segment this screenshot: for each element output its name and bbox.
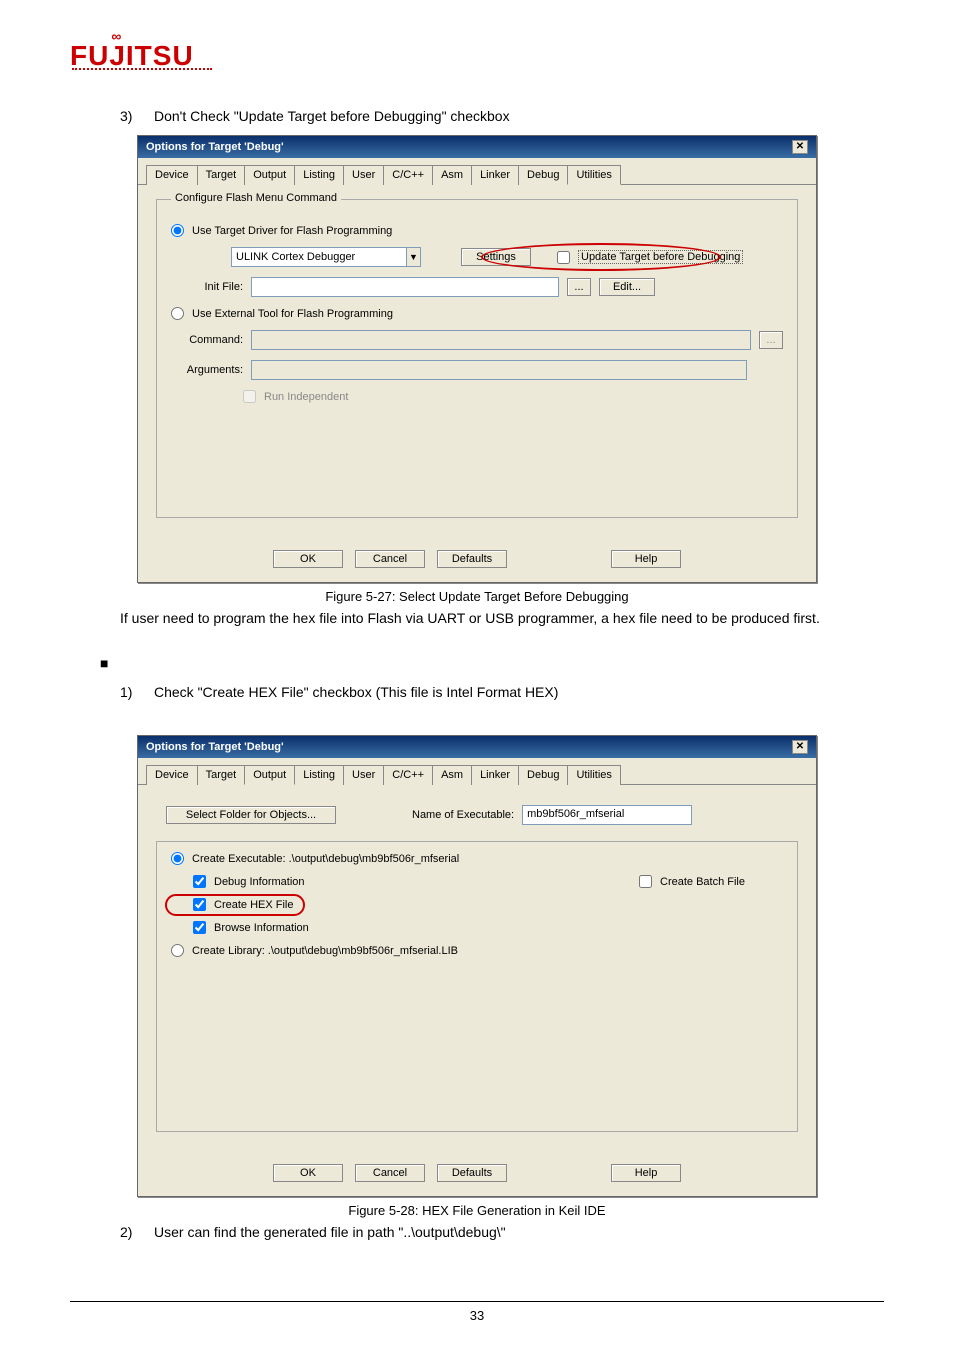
radio-create-lib-label: Create Library: .\output\debug\mb9bf506r… [192,945,458,957]
page-number: 33 [0,1308,954,1323]
radio-target-driver[interactable] [171,224,184,237]
command-browse-button: ... [759,331,783,349]
help-button[interactable]: Help [611,550,681,568]
arguments-input [251,360,747,380]
driver-combo[interactable]: ULINK Cortex Debugger ▼ [231,247,421,267]
item2b-text: User can find the generated file in path… [154,1222,506,1243]
figure-caption-1: Figure 5-27: Select Update Target Before… [70,589,884,604]
settings-button[interactable]: Settings [461,248,531,266]
options-dialog-2: Options for Target 'Debug' ✕ Device Targ… [137,735,817,1197]
update-target-label: Update Target before Debugging [578,250,743,264]
command-input [251,330,751,350]
item2b-num: 2) [120,1222,142,1243]
init-file-label: Init File: [179,281,243,293]
debug-info-checkbox[interactable] [193,875,206,888]
figure-caption-2: Figure 5-28: HEX File Generation in Keil… [70,1203,884,1218]
item1b-text: Check "Create HEX File" checkbox (This f… [154,682,558,703]
create-batch-checkbox[interactable] [639,875,652,888]
edit-button[interactable]: Edit... [599,278,655,296]
tab-target[interactable]: Target [197,165,246,185]
tab-user[interactable]: User [343,165,384,185]
tab-target-2[interactable]: Target [197,765,246,785]
close-icon-2[interactable]: ✕ [792,740,808,754]
debug-info-label: Debug Information [214,876,305,888]
radio-create-exe-label: Create Executable: .\output\debug\mb9bf5… [192,853,459,865]
tab-linker-2[interactable]: Linker [471,765,519,785]
create-batch-label: Create Batch File [660,876,745,888]
options-dialog-1: Options for Target 'Debug' ✕ Device Targ… [137,135,817,583]
dialog-titlebar-2: Options for Target 'Debug' ✕ [138,736,816,758]
ok-button[interactable]: OK [273,550,343,568]
command-label: Command: [179,334,243,346]
name-exec-label: Name of Executable: [412,809,514,821]
defaults-button[interactable]: Defaults [437,550,507,568]
tab-device-2[interactable]: Device [146,765,198,785]
tab-listing[interactable]: Listing [294,165,344,185]
chevron-down-icon: ▼ [406,248,420,266]
browse-button[interactable]: ... [567,278,591,296]
radio-target-driver-label: Use Target Driver for Flash Programming [192,225,392,237]
tab-output[interactable]: Output [244,165,295,185]
item1b-num: 1) [120,682,142,703]
ok-button-2[interactable]: OK [273,1164,343,1182]
driver-combo-value: ULINK Cortex Debugger [236,251,355,263]
tab-device[interactable]: Device [146,165,198,185]
tabstrip-2: Device Target Output Listing User C/C++ … [138,758,816,785]
groupbox-title: Configure Flash Menu Command [171,192,341,204]
tab-user-2[interactable]: User [343,765,384,785]
footer-rule [70,1301,884,1302]
tabstrip: Device Target Output Listing User C/C++ … [138,158,816,185]
dialog-titlebar: Options for Target 'Debug' ✕ [138,136,816,158]
run-independent-checkbox [243,390,256,403]
arguments-label: Arguments: [179,364,243,376]
bullet: ■ [100,653,114,674]
name-exec-value: mb9bf506r_mfserial [527,808,624,820]
init-file-input[interactable] [251,277,559,297]
tab-debug-2[interactable]: Debug [518,765,568,785]
tab-listing-2[interactable]: Listing [294,765,344,785]
browse-info-label: Browse Information [214,922,309,934]
browse-info-checkbox[interactable] [193,921,206,934]
item3-text: Don't Check "Update Target before Debugg… [154,106,510,127]
tab-utilities[interactable]: Utilities [567,165,620,185]
logo: FUJ∞ITSU [70,40,884,76]
tab-cpp[interactable]: C/C++ [383,165,433,185]
cancel-button-2[interactable]: Cancel [355,1164,425,1182]
update-target-checkbox[interactable] [557,251,570,264]
radio-create-exe[interactable] [171,852,184,865]
radio-external-tool-label: Use External Tool for Flash Programming [192,308,393,320]
close-icon[interactable]: ✕ [792,140,808,154]
create-hex-checkbox[interactable] [193,898,206,911]
create-hex-label: Create HEX File [214,899,293,911]
name-exec-input[interactable]: mb9bf506r_mfserial [522,805,692,825]
tab-utilities-2[interactable]: Utilities [567,765,620,785]
select-folder-button[interactable]: Select Folder for Objects... [166,806,336,824]
cancel-button[interactable]: Cancel [355,550,425,568]
tab-output-2[interactable]: Output [244,765,295,785]
defaults-button-2[interactable]: Defaults [437,1164,507,1182]
tab-asm[interactable]: Asm [432,165,472,185]
tab-asm-2[interactable]: Asm [432,765,472,785]
radio-external-tool[interactable] [171,307,184,320]
radio-create-lib[interactable] [171,944,184,957]
tab-linker[interactable]: Linker [471,165,519,185]
tab-debug[interactable]: Debug [518,165,568,185]
item3-num: 3) [120,106,142,127]
run-independent-label: Run Independent [264,391,348,403]
dialog-title: Options for Target 'Debug' [146,141,284,153]
dialog-title-2: Options for Target 'Debug' [146,741,284,753]
tab-cpp-2[interactable]: C/C++ [383,765,433,785]
para-hexfile: If user need to program the hex file int… [120,608,854,629]
help-button-2[interactable]: Help [611,1164,681,1182]
